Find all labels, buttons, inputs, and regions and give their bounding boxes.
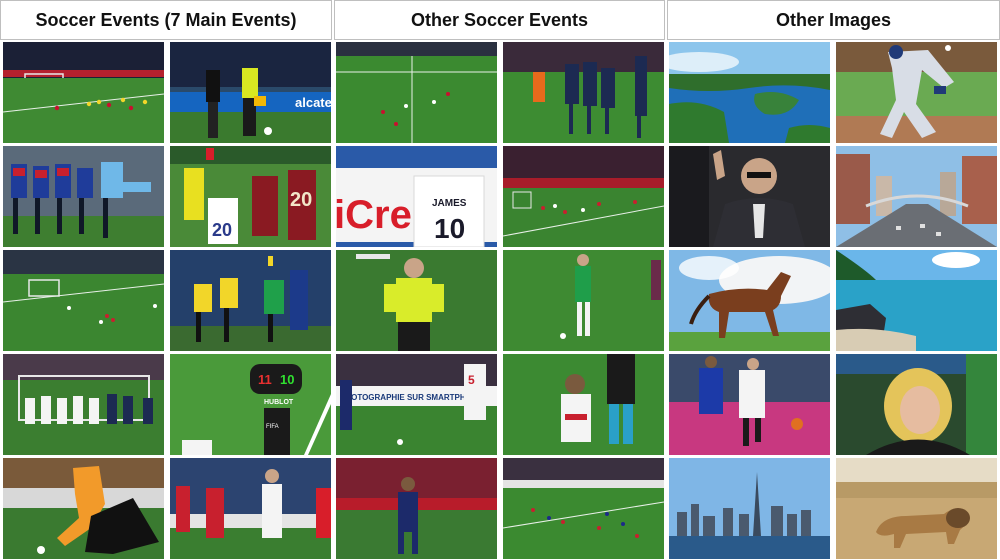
referee-badge: FIFA (266, 424, 279, 430)
column-header-other-soccer-events: Other Soccer Events (334, 0, 665, 40)
soccer-event-red-card-image[interactable]: 20 20 (169, 146, 331, 247)
substitution-board-in: 10 (280, 372, 294, 387)
jersey-number: 5 (468, 373, 475, 387)
ad-board-text: alcatel (295, 95, 331, 110)
other-image-lion-photo[interactable] (835, 458, 997, 559)
other-soccer-wide-field-image[interactable] (502, 146, 664, 247)
svg-text:20: 20 (212, 220, 232, 240)
column-header-soccer-events: Soccer Events (7 Main Events) (0, 0, 332, 40)
jersey-number: 20 (290, 189, 312, 211)
other-image-basketball-players-photo[interactable] (669, 354, 831, 455)
soccer-event-corner-kick-image[interactable] (3, 42, 164, 143)
soccer-event-substitution-board-image[interactable]: 11 10 HUBLOT FIFA (169, 354, 331, 455)
other-image-baseball-pitcher-photo[interactable] (835, 42, 997, 143)
image-grid: alcatel (3, 42, 997, 559)
soccer-event-penalty-wall-image[interactable] (3, 354, 164, 455)
other-image-man-in-sunglasses-photo[interactable] (669, 146, 831, 247)
column-header-other-images: Other Images (667, 0, 1000, 40)
other-soccer-wide-pitch-image[interactable] (336, 42, 498, 143)
other-image-city-skyline-photo[interactable] (669, 458, 831, 559)
other-soccer-player-running-image[interactable] (336, 458, 498, 559)
jersey-name: JAMES (432, 198, 467, 209)
other-image-woman-portrait-photo[interactable] (835, 354, 997, 455)
soccer-event-player-injury-image[interactable] (169, 458, 331, 559)
other-image-horse-photo[interactable] (669, 250, 831, 351)
other-soccer-referee-image[interactable] (336, 250, 498, 351)
other-soccer-players-standing-image[interactable] (502, 354, 664, 455)
other-image-city-road-photo[interactable] (835, 146, 997, 247)
soccer-event-tackle-foul-image[interactable] (3, 458, 164, 559)
other-soccer-field-overview-image[interactable] (502, 458, 664, 559)
ad-board-text: PHOTOGRAPHIE SUR SMARTPH (340, 393, 466, 402)
soccer-event-free-kick-wall-image[interactable] (3, 146, 164, 247)
soccer-event-referee-flag-image[interactable]: alcatel (169, 42, 331, 143)
other-soccer-player-back-image[interactable]: iCre JAMES 10 (336, 146, 498, 247)
other-soccer-players-celebrating-image[interactable] (502, 42, 664, 143)
soccer-event-goal-kick-image[interactable] (3, 250, 164, 351)
other-image-seashore-rocks-photo[interactable] (835, 250, 997, 351)
ad-board-text: iCre (336, 193, 412, 237)
substitution-board-out: 11 (258, 372, 272, 387)
other-soccer-player-dribbling-image[interactable] (502, 250, 664, 351)
other-image-lake-islands-photo[interactable] (669, 42, 831, 143)
substitution-board-brand: HUBLOT (264, 399, 294, 406)
jersey-number: 10 (434, 213, 465, 244)
soccer-event-yellow-card-image[interactable] (169, 250, 331, 351)
other-soccer-ball-chase-image[interactable]: PHOTOGRAPHIE SUR SMARTPH 5 (336, 354, 498, 455)
